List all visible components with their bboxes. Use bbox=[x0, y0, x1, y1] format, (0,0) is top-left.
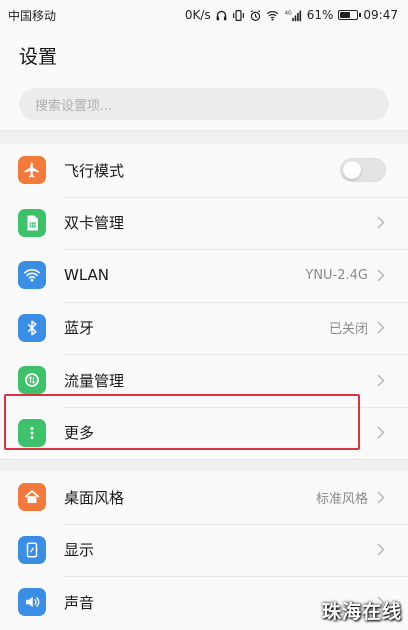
settings-item-label: 双卡管理 bbox=[64, 214, 125, 233]
svg-text:4G: 4G bbox=[285, 10, 292, 16]
settings-item-label: 桌面风格 bbox=[64, 488, 125, 507]
chevron-right-icon bbox=[376, 543, 386, 557]
home-icon bbox=[18, 483, 46, 512]
row-divider bbox=[64, 354, 408, 355]
chevron-right-icon bbox=[376, 268, 386, 282]
search-input[interactable]: 搜索设置项... bbox=[19, 88, 389, 120]
section-gap bbox=[0, 130, 408, 144]
net-speed: 0K/s bbox=[184, 8, 211, 22]
row-divider bbox=[64, 249, 408, 250]
airplane-icon bbox=[18, 156, 46, 185]
settings-item-value: YNU-2.4G bbox=[305, 267, 368, 283]
carrier-name: 中国移动 bbox=[8, 8, 57, 23]
chevron-right-icon bbox=[376, 490, 386, 504]
headphones-icon bbox=[215, 9, 228, 22]
settings-item-label: 流量管理 bbox=[64, 371, 125, 390]
signal-icon: 4G bbox=[283, 9, 303, 22]
wifi-status-icon bbox=[266, 9, 279, 22]
page-title-bar: 设置 bbox=[0, 30, 408, 80]
clock: 09:47 bbox=[363, 8, 398, 22]
settings-item-label: 更多 bbox=[64, 424, 95, 443]
watermark: 珠海在线 bbox=[321, 601, 402, 623]
settings-item-label: 显示 bbox=[64, 541, 95, 560]
toggle-knob bbox=[343, 161, 361, 180]
row-divider bbox=[64, 576, 408, 577]
row-divider bbox=[64, 196, 408, 198]
settings-item-dual-sim[interactable]: 双卡管理 bbox=[0, 196, 408, 250]
settings-item-wlan[interactable]: WLAN YNU-2.4G bbox=[0, 249, 408, 302]
settings-group-connectivity: 飞行模式双卡管理 WLAN YNU-2.4G 蓝牙 已关闭流量管理更多 bbox=[0, 144, 408, 459]
settings-item-home-style[interactable]: 桌面风格 标准风格 bbox=[0, 471, 408, 524]
row-divider bbox=[64, 301, 408, 303]
settings-item-bluetooth[interactable]: 蓝牙 已关闭 bbox=[0, 301, 408, 355]
settings-item-value: 标准风格 bbox=[315, 491, 368, 507]
settings-item-more[interactable]: 更多 bbox=[0, 406, 408, 460]
battery-icon bbox=[338, 10, 362, 20]
airplane-mode-toggle[interactable] bbox=[340, 158, 386, 183]
chevron-right-icon bbox=[376, 216, 386, 230]
display-icon bbox=[18, 535, 46, 564]
row-divider bbox=[64, 523, 408, 525]
data-usage-icon bbox=[18, 366, 46, 395]
page-title: 设置 bbox=[19, 45, 58, 68]
sim-card-icon bbox=[18, 208, 46, 237]
bluetooth-icon bbox=[18, 313, 46, 342]
search-placeholder: 搜索设置项... bbox=[35, 98, 113, 114]
settings-item-value: 已关闭 bbox=[328, 322, 368, 338]
settings-item-label: WLAN bbox=[64, 266, 110, 285]
settings-item-label: 飞行模式 bbox=[64, 161, 125, 180]
alarm-icon bbox=[249, 9, 262, 22]
settings-item-data-usage[interactable]: 流量管理 bbox=[0, 354, 408, 407]
chevron-right-icon bbox=[376, 373, 386, 387]
vibrate-icon bbox=[232, 9, 245, 22]
section-gap bbox=[0, 459, 408, 471]
speaker-icon bbox=[18, 588, 46, 617]
chevron-right-icon bbox=[376, 321, 386, 335]
more-dots-icon bbox=[18, 418, 46, 447]
chevron-right-icon bbox=[376, 426, 386, 440]
settings-item-display[interactable]: 显示 bbox=[0, 523, 408, 577]
settings-item-airplane[interactable]: 飞行模式 bbox=[0, 144, 408, 197]
battery-percent: 61% bbox=[306, 8, 334, 22]
status-bar: 中国移动 0K/s 4G 61% 09:47 bbox=[0, 0, 408, 30]
wifi-icon bbox=[18, 261, 46, 290]
settings-item-label: 蓝牙 bbox=[64, 319, 95, 338]
row-divider bbox=[64, 406, 408, 408]
